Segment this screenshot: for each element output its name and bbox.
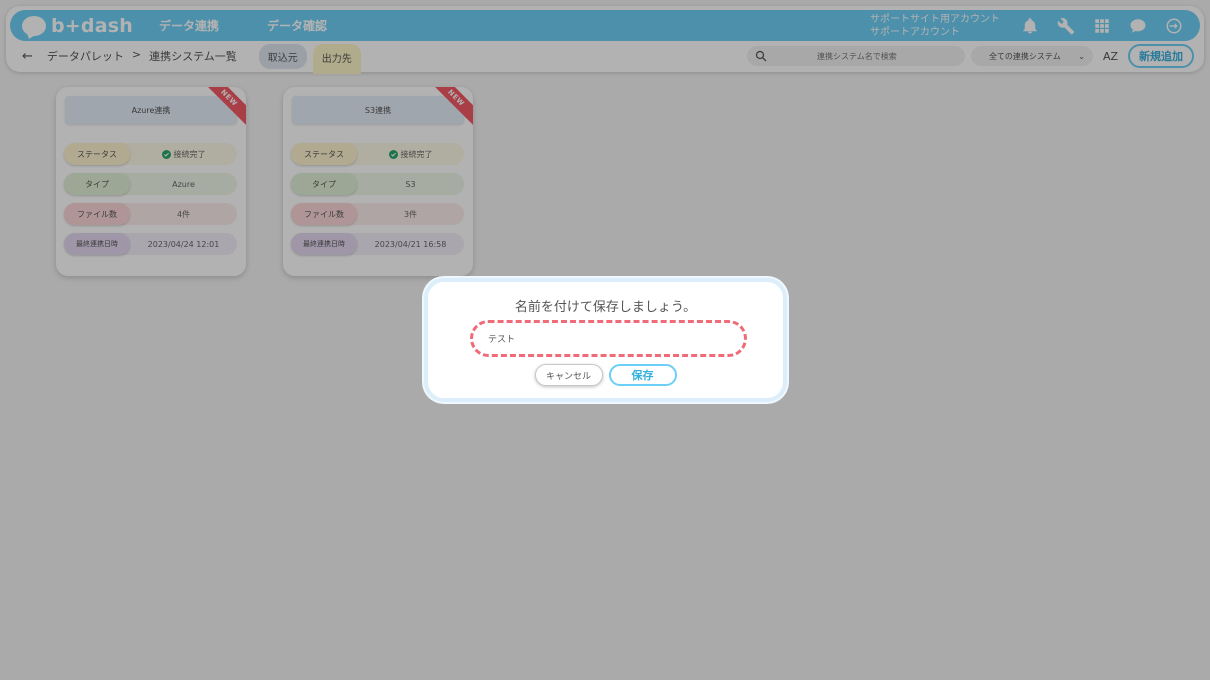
dialog-title: 名前を付けて保存しましょう。	[514, 300, 697, 315]
save-button[interactable]: 保存	[608, 364, 677, 386]
save-name-dialog: 名前を付けて保存しましょう。 キャンセル 保存	[424, 278, 787, 402]
name-field	[470, 320, 747, 357]
dialog-buttons: キャンセル 保存	[428, 364, 783, 386]
name-input[interactable]	[488, 333, 728, 344]
cancel-button[interactable]: キャンセル	[534, 364, 603, 386]
